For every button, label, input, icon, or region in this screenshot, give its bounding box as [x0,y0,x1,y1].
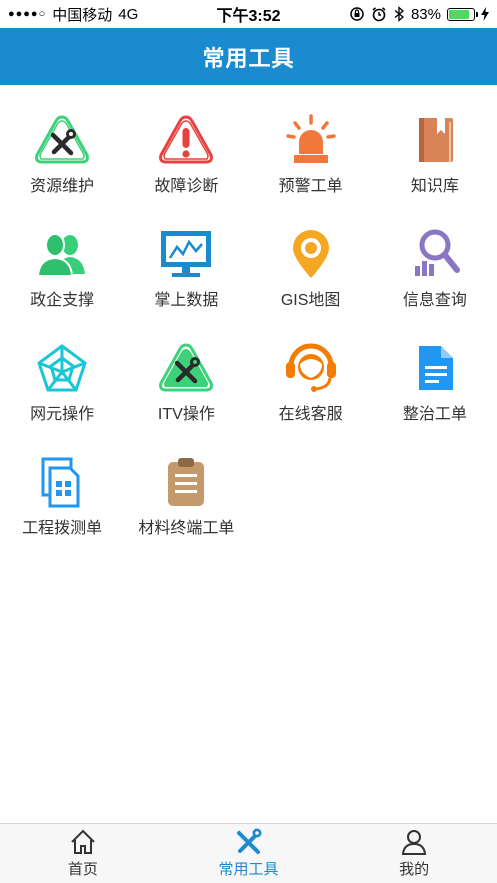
tab-label: 我的 [399,861,430,878]
tool-network-element[interactable]: 网元操作 [0,340,124,454]
document-icon [418,346,453,390]
battery-percent: 83% [410,5,441,23]
user-icon [402,830,427,855]
tab-label: 首页 [67,861,98,878]
headset-agent-icon [285,343,336,392]
tool-remediation-ticket[interactable]: 整治工单 [373,340,497,454]
tools-triangle-icon [35,115,90,164]
bluetooth-icon [394,6,404,22]
search-chart-icon [414,229,460,276]
tool-label: 预警工单 [278,178,343,195]
map-pin-icon [292,230,329,278]
tool-info-query[interactable]: 信息查询 [373,226,497,340]
tab-profile[interactable]: 我的 [331,824,497,883]
tool-fault-diagnosis[interactable]: 故障诊断 [124,112,248,226]
tool-label: 政企支撑 [30,292,95,309]
tool-label: 故障诊断 [154,178,219,195]
tool-label: 工程拨测单 [22,520,103,537]
tool-label: 网元操作 [30,406,95,423]
tool-label: 资源维护 [30,178,95,195]
tool-label: 信息查询 [402,292,467,309]
files-qr-icon [41,457,80,508]
tool-alert-ticket[interactable]: 预警工单 [249,112,373,226]
tools-grid: 资源维护 故障诊断 预警工单 知识库 政企支撑 掌上数据 GIS地图 信息查询 … [0,112,497,568]
tool-label: 整治工单 [402,406,467,423]
tab-bar: 首页 常用工具 我的 [0,823,497,883]
tool-label: 知识库 [410,178,459,195]
monitor-chart-icon [161,231,212,277]
tool-resource-maintenance[interactable]: 资源维护 [0,112,124,226]
tool-gis-map[interactable]: GIS地图 [249,226,373,340]
clipboard-icon [168,458,205,506]
tool-online-service[interactable]: 在线客服 [249,340,373,454]
tool-knowledge-base[interactable]: 知识库 [373,112,497,226]
tool-itv-operation[interactable]: ITV操作 [124,340,248,454]
tool-label: 在线客服 [278,406,343,423]
book-icon [418,118,453,162]
status-left: ●●●●○ 中国移动 4G [8,4,138,25]
signal-strength: ●●●●○ [8,8,47,20]
warning-triangle-icon [159,115,214,164]
tool-label: 材料终端工单 [138,520,235,537]
tools-triangle-green-icon [159,343,214,392]
tool-label: ITV操作 [157,406,215,423]
tab-home[interactable]: 首页 [0,824,166,883]
charging-bolt-icon [481,7,489,21]
rotation-lock-icon [350,7,364,21]
tool-engineering-test[interactable]: 工程拨测单 [0,454,124,568]
users-icon [37,233,86,277]
home-icon [71,829,95,854]
alarm-clock-icon [372,7,386,22]
tool-mobile-data[interactable]: 掌上数据 [124,226,248,340]
network-type: 4G [118,5,139,23]
tool-label: 掌上数据 [154,292,219,309]
tab-tools[interactable]: 常用工具 [166,824,332,883]
tool-enterprise-support[interactable]: 政企支撑 [0,226,124,340]
tools-icon [236,828,261,854]
alarm-light-icon [285,114,336,163]
carrier-name: 中国移动 [52,6,113,24]
tab-label: 常用工具 [218,861,279,878]
battery-icon [447,7,478,21]
nav-bar: 常用工具 [0,28,497,85]
network-web-icon [37,344,87,392]
battery-fill [449,9,469,19]
tool-label: GIS地图 [280,292,341,309]
status-bar: ●●●●○ 中国移动 4G 下午3:52 83% [0,0,497,28]
tool-material-terminal[interactable]: 材料终端工单 [124,454,248,568]
status-right: 83% [349,6,489,23]
page-title: 常用工具 [202,45,295,71]
